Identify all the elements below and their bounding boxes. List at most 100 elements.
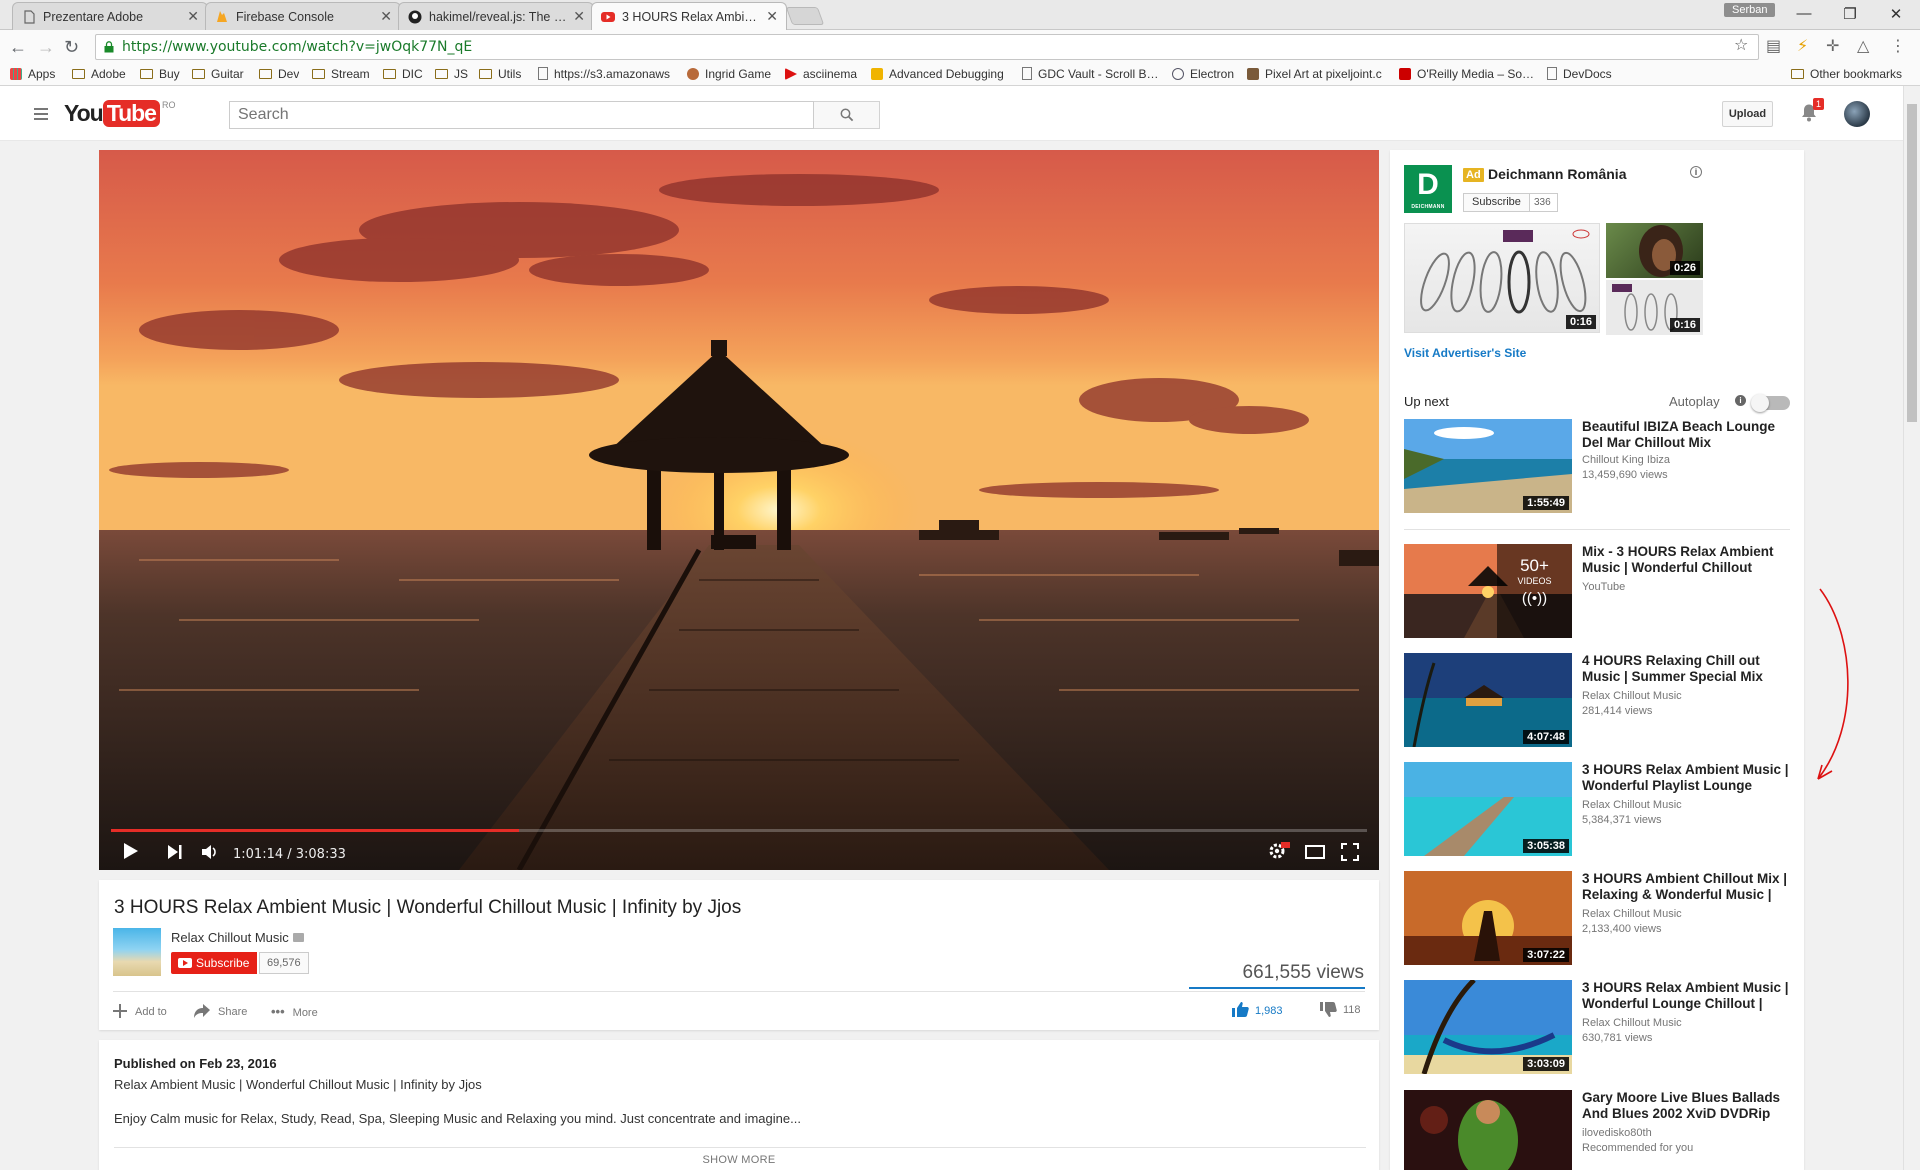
close-window-icon[interactable]: ✕ bbox=[1876, 5, 1916, 23]
ad-video-thumbnail[interactable]: 0:26 bbox=[1606, 223, 1703, 278]
add-to-button[interactable]: Add to bbox=[113, 1004, 167, 1018]
guide-menu-icon[interactable] bbox=[34, 108, 48, 123]
maximize-icon[interactable]: ❐ bbox=[1830, 5, 1870, 23]
profile-name[interactable]: Serban bbox=[1724, 3, 1776, 17]
ad-video-thumbnail[interactable]: 0:16 bbox=[1606, 280, 1703, 335]
bookmark-link[interactable]: Pixel Art at pixeljoint.c bbox=[1247, 67, 1382, 81]
close-tab-icon[interactable]: ✕ bbox=[380, 8, 392, 25]
description-line: Relax Ambient Music | Wonderful Chillout… bbox=[114, 1077, 482, 1092]
close-tab-icon[interactable]: ✕ bbox=[766, 8, 778, 25]
bookmark-link[interactable]: Advanced Debugging bbox=[871, 67, 1011, 81]
bookmark-folder[interactable]: JS bbox=[435, 67, 468, 81]
video-title[interactable]: Mix - 3 HOURS Relax Ambient Music | Wond… bbox=[1582, 544, 1792, 576]
video-title[interactable]: 3 HOURS Ambient Chillout Mix | Relaxing … bbox=[1582, 871, 1792, 903]
video-thumbnail[interactable]: 50+ VIDEOS ((•)) bbox=[1404, 544, 1572, 638]
page-scrollbar[interactable] bbox=[1903, 86, 1920, 1170]
search-button[interactable] bbox=[814, 101, 880, 129]
browser-tab[interactable]: hakimel/reveal.js: The HT ✕ bbox=[398, 2, 594, 30]
theater-mode-icon[interactable] bbox=[1305, 844, 1325, 860]
more-button[interactable]: ••• More bbox=[271, 1004, 318, 1019]
youtube-logo[interactable]: You Tube RO bbox=[64, 100, 175, 128]
chrome-menu-icon[interactable]: ⋮ bbox=[1890, 36, 1906, 56]
browser-tab[interactable]: Firebase Console ✕ bbox=[205, 2, 401, 30]
new-tab-button[interactable] bbox=[785, 7, 825, 25]
video-thumbnail[interactable]: 3:03:09 bbox=[1404, 980, 1572, 1074]
bookmark-folder[interactable]: Buy bbox=[140, 67, 180, 81]
video-title[interactable]: 3 HOURS Relax Ambient Music | Wonderful … bbox=[1582, 762, 1792, 794]
back-icon[interactable]: ← bbox=[9, 37, 27, 58]
bookmark-folder[interactable]: Stream bbox=[312, 67, 370, 81]
dislike-button[interactable]: 118 bbox=[1319, 1001, 1361, 1018]
visit-advertiser-link[interactable]: Visit Advertiser's Site bbox=[1404, 346, 1526, 360]
share-button[interactable]: Share bbox=[194, 1004, 247, 1018]
subscribe-button[interactable]: Subscribe bbox=[171, 952, 258, 974]
video-thumbnail[interactable] bbox=[1404, 1090, 1572, 1170]
browser-tab-active[interactable]: 3 HOURS Relax Ambient ✕ bbox=[591, 2, 787, 31]
close-tab-icon[interactable]: ✕ bbox=[187, 8, 199, 25]
advertiser-name[interactable]: Deichmann România bbox=[1488, 166, 1626, 182]
bookmark-folder[interactable]: Dev bbox=[259, 67, 299, 81]
bookmark-folder[interactable]: Adobe bbox=[72, 67, 126, 81]
channel-name[interactable]: Relax Chillout Music bbox=[171, 930, 304, 945]
minimize-icon[interactable]: — bbox=[1784, 5, 1824, 22]
address-bar[interactable]: https://www.youtube.com/watch?v=jwOqk77N… bbox=[95, 34, 1759, 60]
video-thumbnail[interactable]: 1:55:49 bbox=[1404, 419, 1572, 513]
video-title[interactable]: Gary Moore Live Blues Ballads And Blues … bbox=[1582, 1090, 1792, 1122]
volume-icon[interactable] bbox=[201, 843, 219, 861]
bookmark-folder[interactable]: DIC bbox=[383, 67, 423, 81]
video-player[interactable]: 1:01:14 / 3:08:33 bbox=[99, 150, 1379, 870]
next-icon[interactable] bbox=[167, 844, 183, 860]
upload-button[interactable]: Upload bbox=[1722, 101, 1773, 127]
video-thumbnail[interactable]: 4:07:48 bbox=[1404, 653, 1572, 747]
video-thumbnail[interactable]: 3:05:38 bbox=[1404, 762, 1572, 856]
recommended-mix[interactable]: 50+ VIDEOS ((•)) Mix - 3 HOURS Relax Amb… bbox=[1404, 544, 1790, 638]
forward-icon[interactable]: → bbox=[37, 37, 55, 58]
recommended-video[interactable]: Gary Moore Live Blues Ballads And Blues … bbox=[1404, 1090, 1790, 1170]
video-title[interactable]: 4 HOURS Relaxing Chill out Music | Summe… bbox=[1582, 653, 1792, 685]
move-icon[interactable]: ✛ bbox=[1826, 36, 1839, 56]
fullscreen-icon[interactable] bbox=[1341, 843, 1359, 861]
channel-thumbnail[interactable] bbox=[113, 928, 161, 976]
video-title[interactable]: 3 HOURS Relax Ambient Music | Wonderful … bbox=[1582, 980, 1792, 1012]
ad-subscribe-button[interactable]: Subscribe bbox=[1463, 193, 1530, 212]
bookmark-link[interactable]: asciinema bbox=[785, 67, 857, 81]
info-icon[interactable]: i bbox=[1690, 166, 1702, 178]
search-input[interactable] bbox=[229, 101, 814, 129]
bookmark-star-icon[interactable]: ☆ bbox=[1734, 35, 1748, 55]
advertiser-logo[interactable]: D DEICHMANN bbox=[1404, 165, 1452, 213]
more-dots-icon: ••• bbox=[271, 1004, 285, 1019]
bookmark-apps[interactable]: Apps bbox=[10, 67, 55, 81]
bookmark-link[interactable]: Electron bbox=[1172, 67, 1234, 81]
recommended-video[interactable]: 1:55:49 Beautiful IBIZA Beach Lounge Del… bbox=[1404, 419, 1790, 513]
recommended-video[interactable]: 4:07:48 4 HOURS Relaxing Chill out Music… bbox=[1404, 653, 1790, 747]
video-thumbnail[interactable]: 3:07:22 bbox=[1404, 871, 1572, 965]
like-button[interactable]: 1,983 bbox=[1231, 1001, 1283, 1018]
recommended-video[interactable]: 3:07:22 3 HOURS Ambient Chillout Mix | R… bbox=[1404, 871, 1790, 965]
bookmark-link[interactable]: O'Reilly Media – Softv bbox=[1399, 67, 1534, 81]
bookmark-link[interactable]: Ingrid Game bbox=[687, 67, 771, 81]
recommended-video[interactable]: 3:05:38 3 HOURS Relax Ambient Music | Wo… bbox=[1404, 762, 1790, 856]
recommended-video[interactable]: 3:03:09 3 HOURS Relax Ambient Music | Wo… bbox=[1404, 980, 1790, 1074]
progress-bar[interactable] bbox=[111, 829, 1367, 832]
bookmark-link[interactable]: GDC Vault - Scroll Bac bbox=[1022, 67, 1159, 81]
warning-icon[interactable]: △ bbox=[1857, 36, 1869, 56]
extension-icon[interactable]: ▤ bbox=[1766, 36, 1781, 56]
account-avatar[interactable] bbox=[1844, 101, 1870, 127]
autoplay-toggle[interactable] bbox=[1751, 394, 1790, 412]
extension-icon[interactable]: ⚡ bbox=[1797, 36, 1808, 56]
show-more-button[interactable]: SHOW MORE bbox=[99, 1154, 1379, 1166]
bookmark-link[interactable]: https://s3.amazonaws bbox=[538, 67, 673, 81]
scrollbar-thumb[interactable] bbox=[1907, 104, 1917, 422]
video-title[interactable]: Beautiful IBIZA Beach Lounge Del Mar Chi… bbox=[1582, 419, 1792, 451]
bookmark-link[interactable]: DevDocs bbox=[1547, 67, 1612, 81]
play-icon[interactable] bbox=[122, 840, 140, 862]
close-tab-icon[interactable]: ✕ bbox=[573, 8, 585, 25]
other-bookmarks[interactable]: Other bookmarks bbox=[1791, 67, 1902, 81]
bookmark-folder[interactable]: Guitar bbox=[192, 67, 244, 81]
bookmark-folder[interactable]: Utils bbox=[479, 67, 521, 81]
info-icon[interactable]: i bbox=[1735, 395, 1746, 406]
ad-video-thumbnail[interactable]: 0:16 bbox=[1404, 223, 1600, 333]
settings-gear-icon[interactable] bbox=[1268, 841, 1290, 861]
browser-tab[interactable]: Prezentare Adobe ✕ bbox=[12, 2, 208, 30]
reload-icon[interactable]: ↻ bbox=[64, 37, 79, 58]
